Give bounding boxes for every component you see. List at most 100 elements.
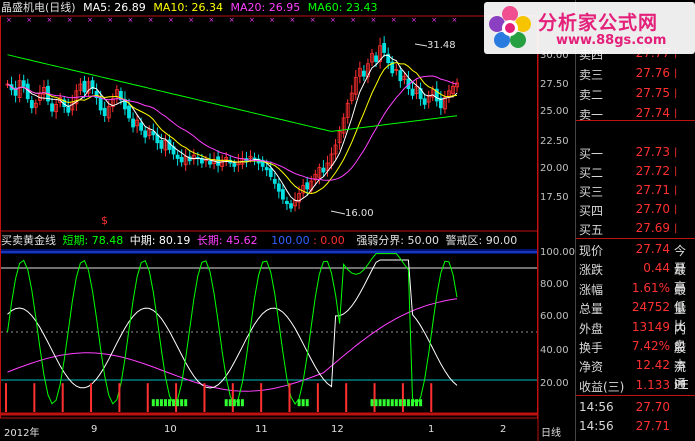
ask-price: 27.75 [635, 86, 670, 100]
bid-row[interactable]: 买二 27.72 | [576, 162, 695, 181]
ma10-line [7, 62, 458, 195]
candle-body [131, 118, 135, 128]
level0-label: : 0.00 [313, 234, 345, 247]
bid-row[interactable]: 买五 27.69 | [576, 219, 695, 238]
candle-body [175, 154, 180, 159]
price-tick: 27.50 [540, 79, 569, 90]
book-divider [576, 238, 695, 239]
stat-label: 换手 [579, 341, 604, 355]
candle-body [280, 189, 285, 200]
kline-chart[interactable]: × × × × × × × × × × × × × × × × × × × × × × × [0, 0, 575, 441]
top-marker: × [310, 16, 316, 24]
indicator-tick: 60.00 [540, 311, 569, 322]
ma10-label: MA10: 26.34 [153, 1, 224, 14]
price-tick: 17.50 [540, 192, 569, 203]
green-signal-block [236, 399, 240, 407]
stat-row: 净资 12.42 流通 [576, 356, 695, 391]
candle-body [410, 88, 415, 96]
top-marker: × [168, 16, 174, 24]
ma5-line [7, 54, 458, 202]
candle-body [98, 97, 103, 111]
site-watermark: 分析家公式网 www.88gs.com [484, 2, 695, 54]
candle-body [179, 156, 184, 163]
short-term-line [7, 253, 458, 405]
low-leader [330, 210, 346, 215]
top-marker: × [67, 16, 73, 24]
quote-panel: 卖四27.77|卖三27.76|卖二27.75|卖一27.74|买一27.73|… [575, 0, 695, 441]
time-label: 9 [91, 424, 98, 435]
tick-row[interactable]: 14:56 27.70 [576, 398, 695, 417]
stat-label: 总量 [579, 302, 604, 317]
level-marker-icon: | [674, 88, 678, 99]
top-marker: × [188, 16, 194, 24]
top-marker: × [6, 16, 12, 24]
top-marker: × [290, 16, 296, 24]
tick-row[interactable]: 14:56 27.71 [576, 417, 695, 436]
green-signal-block [415, 399, 419, 407]
stat-row: 换手 7.42% 股本 [576, 337, 695, 372]
bid-price: 27.71 [635, 183, 670, 197]
top-marker: × [431, 16, 437, 24]
stat-label: 现价 [579, 244, 604, 258]
ask-level-label: 卖一 [579, 108, 604, 122]
green-signal-block [386, 399, 390, 407]
high-leader [414, 43, 428, 47]
candle-body [216, 156, 221, 166]
stat-label: 外盘 [579, 321, 604, 336]
chart-area[interactable]: × × × × × × × × × × × × × × × × × × × × × × × 晶盛机电(日线) MA5: 26… [0, 0, 575, 441]
stat-value: 1.133 [635, 377, 670, 392]
green-signal-block [378, 399, 382, 407]
green-signal-block [411, 399, 414, 407]
level-marker-icon: | [674, 147, 678, 158]
chart-header: 晶盛机电(日线) MA5: 26.89 MA10: 26.34 MA20: 26… [1, 1, 377, 14]
green-signal-block [180, 399, 184, 407]
top-marker: × [350, 16, 356, 24]
indicator-tick: 20.00 [540, 378, 569, 389]
stat-value: 13149 [631, 319, 670, 334]
candle-body [102, 107, 107, 117]
bid-level-label: 买二 [579, 166, 604, 180]
watermark-title: 分析家公式网 [538, 12, 659, 34]
bid-row[interactable]: 买一 27.73 | [576, 143, 695, 162]
period-label[interactable]: 日线 [541, 424, 561, 439]
chart-frame [0, 15, 538, 419]
stat-row: 涨跌 0.44 最高 [576, 259, 695, 294]
bid-row[interactable]: 买三 27.71 | [576, 181, 695, 200]
bid-price: 27.73 [635, 145, 670, 159]
watermark-url: www.88gs.com [556, 33, 667, 48]
stat-label: 涨跌 [579, 263, 604, 278]
candle-body [139, 122, 144, 131]
time-label: 2 [500, 424, 507, 435]
stat-value: 0.44 [643, 261, 670, 276]
indicator-name: 买卖黄金线 [1, 234, 56, 247]
low-price-annotation: 16.00 [345, 208, 374, 219]
bid-row[interactable]: 买四 27.70 | [576, 200, 695, 219]
candle-body [276, 183, 281, 192]
candle-body [66, 106, 71, 113]
green-signal-block [224, 399, 228, 407]
bid-price: 27.70 [635, 202, 670, 216]
tick-time: 14:56 [579, 400, 614, 414]
ask-price: 27.74 [635, 106, 670, 120]
top-marker: × [26, 16, 32, 24]
indicator-tick: 80.00 [540, 279, 569, 290]
candle-body [285, 200, 289, 205]
ma5-label: MA5: 26.89 [83, 1, 146, 14]
time-label: 2012年 [4, 428, 40, 439]
green-signal-block [406, 399, 410, 407]
stat-extra-label: PE [674, 377, 689, 392]
candle-body [321, 167, 326, 173]
tick-price: 27.71 [635, 419, 670, 433]
stat-value: 1.61% [631, 280, 670, 295]
candle-body [127, 105, 131, 119]
ma20-label: MA20: 26.95 [230, 1, 301, 14]
ask-row[interactable]: 卖二 27.75 | [576, 84, 695, 103]
top-marker: × [128, 16, 134, 24]
candle-body [382, 43, 387, 53]
level100-label: 100.00 [271, 234, 310, 247]
indicator-header: 买卖黄金线 短期: 78.48 中期: 80.19 长期: 45.62 100.… [1, 234, 517, 247]
ask-row[interactable]: 卖一 27.74 | [576, 104, 695, 123]
ask-row[interactable]: 卖三 27.76 | [576, 64, 695, 83]
green-signal-block [305, 399, 309, 407]
green-signal-block [382, 399, 386, 407]
